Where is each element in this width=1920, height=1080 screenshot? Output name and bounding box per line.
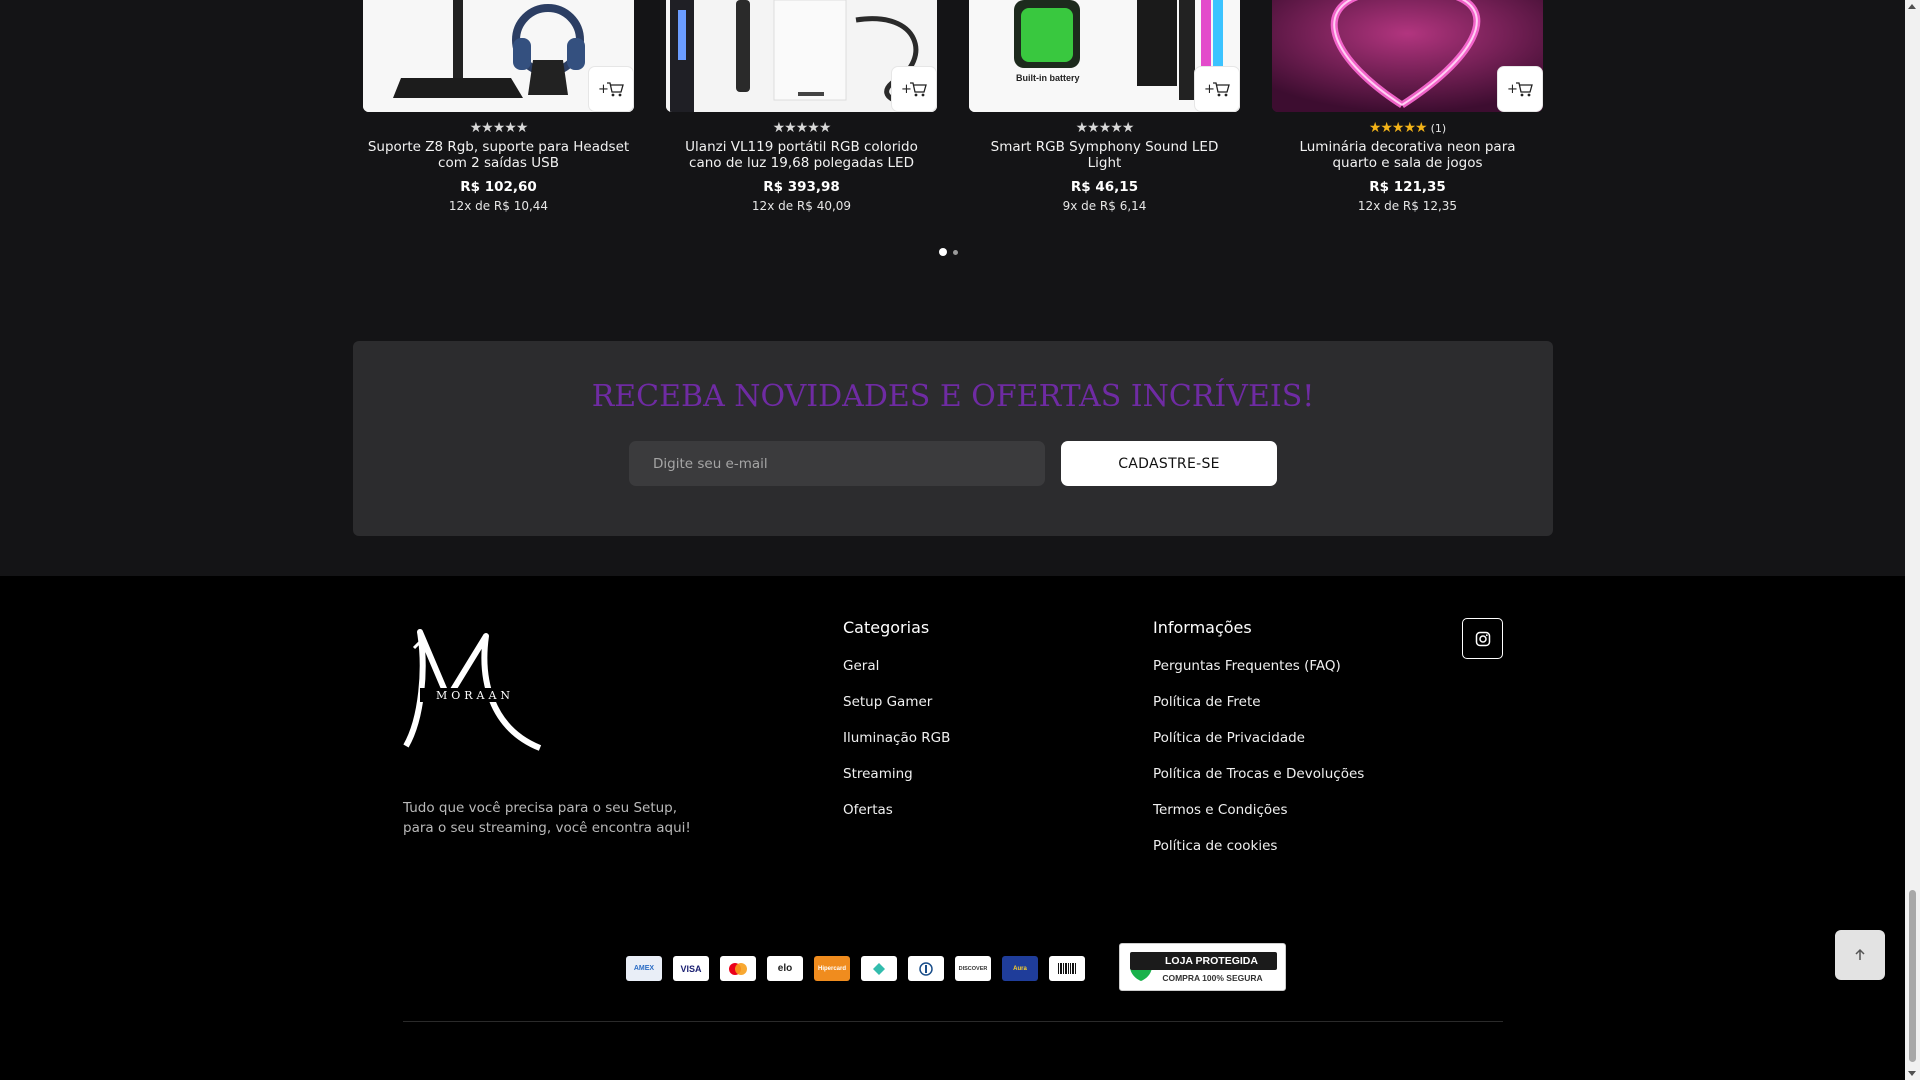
footer-link-terms[interactable]: Termos e Condições: [1153, 802, 1364, 838]
moraan-logo-icon: MORAAN: [403, 629, 542, 751]
carousel-dot[interactable]: [953, 249, 958, 255]
add-to-cart-icon: +: [901, 82, 927, 97]
elo-icon: elo: [767, 956, 803, 981]
product-price: R$ 393,98: [763, 179, 840, 195]
product-image[interactable]: Built-in battery +: [969, 0, 1240, 112]
footer: MORAAN Tudo que você precisa para o seu …: [0, 576, 1905, 1080]
product-image[interactable]: +: [1272, 0, 1543, 112]
product-price: R$ 102,60: [460, 179, 537, 195]
footer-link-iluminacao-rgb[interactable]: Iluminação RGB: [843, 730, 950, 766]
product-card[interactable]: Built-in battery + ★★★★★ Smart RGB Symph…: [969, 0, 1240, 213]
rating-stars: ★★★★★: [1075, 120, 1135, 136]
footer-link-returns-policy[interactable]: Política de Trocas e Devoluções: [1153, 766, 1364, 802]
payment-methods: AMEX VISA elo Hipercard DISCOVER Aura: [626, 956, 1085, 981]
back-to-top-button[interactable]: [1835, 930, 1885, 980]
carousel-pagination: [939, 248, 958, 256]
image-caption: Built-in battery: [1016, 73, 1080, 83]
store-logo[interactable]: MORAAN: [400, 628, 555, 753]
svg-text:+: +: [1204, 82, 1215, 97]
product-carousel: + ★★★★★ Suporte Z8 Rgb, suporte para Hea…: [363, 0, 1543, 230]
footer-info: Informações Perguntas Frequentes (FAQ) P…: [1153, 618, 1364, 874]
add-to-cart-button[interactable]: +: [891, 66, 937, 112]
amex-icon: AMEX: [626, 956, 662, 981]
boleto-icon: [1049, 956, 1085, 981]
hipercard-icon: Hipercard: [814, 956, 850, 981]
product-card[interactable]: + ★★★★★ (1) Luminária decorativa neon par…: [1272, 0, 1543, 213]
product-price: R$ 121,35: [1369, 179, 1446, 195]
rating-stars: ★★★★★: [772, 120, 832, 136]
scrollbar[interactable]: [1905, 0, 1920, 1080]
add-to-cart-icon: +: [1204, 82, 1230, 97]
rating-stars: ★★★★★: [469, 120, 529, 136]
svg-text:+: +: [1507, 82, 1518, 97]
aura-icon: Aura: [1002, 956, 1038, 981]
add-to-cart-icon: +: [1507, 82, 1533, 97]
product-installments: 12x de R$ 12,35: [1357, 199, 1458, 213]
seal-title: LOJA PROTEGIDA: [1130, 952, 1277, 970]
scroll-up-arrow[interactable]: [1908, 4, 1916, 9]
footer-link-faq[interactable]: Perguntas Frequentes (FAQ): [1153, 658, 1364, 694]
add-to-cart-icon: +: [598, 82, 624, 97]
svg-text:+: +: [598, 82, 609, 97]
product-name[interactable]: Smart RGB Symphony Sound LED Light: [969, 139, 1240, 173]
add-to-cart-button[interactable]: +: [1497, 66, 1543, 112]
footer-link-setup-gamer[interactable]: Setup Gamer: [843, 694, 950, 730]
product-installments: 12x de R$ 10,44: [448, 199, 549, 213]
footer-link-cookies[interactable]: Política de cookies: [1153, 838, 1364, 874]
subscribe-button[interactable]: CADASTRE-SE: [1061, 441, 1277, 486]
product-card[interactable]: + ★★★★★ Ulanzi VL119 portátil RGB colori…: [666, 0, 937, 213]
rating-stars: ★★★★★ (1): [1272, 120, 1543, 136]
footer-divider: [403, 1021, 1503, 1022]
discover-icon: DISCOVER: [955, 956, 991, 981]
product-price: R$ 46,15: [1070, 179, 1139, 195]
product-image[interactable]: +: [666, 0, 937, 112]
logo-wordmark: MORAAN: [436, 689, 514, 702]
page: + ★★★★★ Suporte Z8 Rgb, suporte para Hea…: [0, 0, 1905, 1080]
footer-link-ofertas[interactable]: Ofertas: [843, 802, 950, 838]
diners-icon: [908, 956, 944, 981]
email-input[interactable]: [629, 441, 1045, 486]
newsletter-section: RECEBA NOVIDADES E OFERTAS INCRÍVEIS! CA…: [353, 341, 1553, 536]
footer-link-streaming[interactable]: Streaming: [843, 766, 950, 802]
carousel-dot-active[interactable]: [939, 248, 947, 256]
info-heading: Informações: [1153, 618, 1252, 637]
footer-link-shipping-policy[interactable]: Política de Frete: [1153, 694, 1364, 730]
product-image[interactable]: +: [363, 0, 634, 112]
secure-store-seal: LOJA PROTEGIDA COMPRA 100% SEGURA: [1119, 943, 1286, 991]
mastercard-icon: [720, 956, 756, 981]
footer-link-geral[interactable]: Geral: [843, 658, 950, 694]
arrow-up-icon: [1855, 948, 1865, 960]
product-card[interactable]: + ★★★★★ Suporte Z8 Rgb, suporte para Hea…: [363, 0, 634, 213]
seal-subtitle: COMPRA 100% SEGURA: [1162, 973, 1263, 983]
review-count: (1): [1430, 122, 1447, 135]
add-to-cart-button[interactable]: +: [1194, 66, 1240, 112]
instagram-icon: [1475, 631, 1490, 646]
footer-link-privacy-policy[interactable]: Política de Privacidade: [1153, 730, 1364, 766]
footer-categories: Categorias Geral Setup Gamer Iluminação …: [843, 618, 950, 838]
add-to-cart-button[interactable]: +: [588, 66, 634, 112]
newsletter-title: RECEBA NOVIDADES E OFERTAS INCRÍVEIS!: [591, 379, 1315, 414]
product-installments: 12x de R$ 40,09: [751, 199, 852, 213]
instagram-button[interactable]: [1462, 618, 1503, 659]
product-installments: 9x de R$ 6,14: [1062, 199, 1147, 213]
visa-icon: VISA: [673, 956, 709, 981]
product-name[interactable]: Suporte Z8 Rgb, suporte para Headset com…: [363, 139, 634, 173]
pix-icon: [861, 956, 897, 981]
rating-stars-glyphs: ★★★★★: [1368, 120, 1428, 136]
categories-heading: Categorias: [843, 618, 930, 637]
scrollbar-thumb[interactable]: [1909, 890, 1916, 1062]
footer-tagline: Tudo que você precisa para o seu Setup, …: [403, 800, 691, 836]
svg-text:+: +: [901, 82, 912, 97]
product-name[interactable]: Luminária decorativa neon para quarto e …: [1272, 139, 1543, 173]
product-name[interactable]: Ulanzi VL119 portátil RGB colorido cano …: [666, 139, 937, 173]
scroll-down-arrow[interactable]: [1908, 1071, 1916, 1076]
